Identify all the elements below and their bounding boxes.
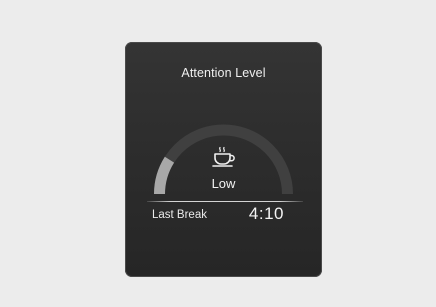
screen-background: Attention Level Low Last Break 4:10	[0, 0, 436, 307]
attention-level-panel: Attention Level Low Last Break 4:10	[125, 42, 322, 277]
last-break-time: 4:10	[248, 204, 284, 223]
attention-level-value: Low	[211, 176, 236, 191]
coffee-cup-icon	[212, 146, 235, 167]
last-break-label: Last Break	[152, 209, 207, 221]
divider-line	[147, 201, 303, 202]
